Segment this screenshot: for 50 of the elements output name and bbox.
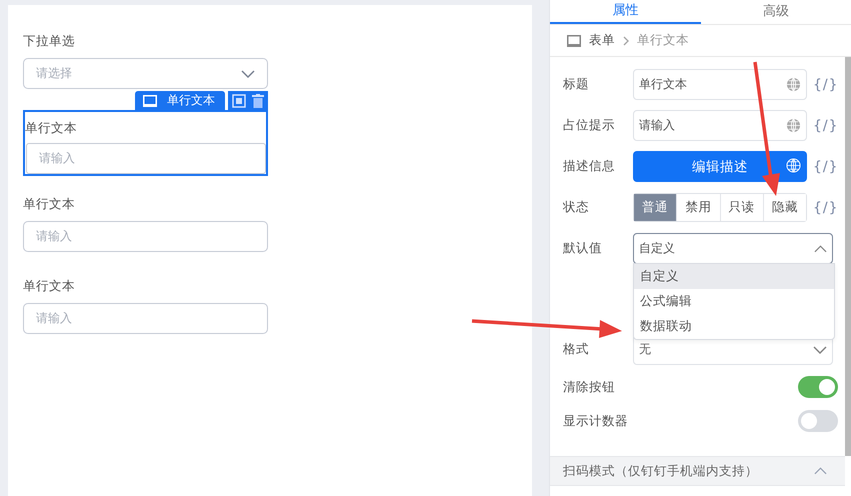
property-label: 清除按钮	[563, 378, 616, 396]
globe-icon[interactable]	[786, 77, 801, 92]
property-label: 显示计数器	[563, 412, 629, 430]
expression-toggle[interactable]: {/}	[813, 158, 839, 174]
field-label: 下拉单选	[23, 33, 76, 50]
section-header[interactable]: 扫码模式（仅钉钉手机端内支持）	[550, 456, 845, 486]
text-field[interactable]: 请输入	[633, 110, 807, 141]
form-icon	[143, 94, 157, 106]
property-label: 默认值	[563, 240, 603, 257]
panel-tab[interactable]: 高级	[700, 0, 851, 24]
expression-toggle[interactable]: {/}	[813, 76, 839, 92]
chevron-right-icon	[623, 36, 629, 46]
chevron-up-icon	[814, 467, 827, 475]
form-field[interactable]: 单行文本 请输入	[23, 196, 268, 252]
property-label: 格式	[563, 341, 590, 358]
chevron-down-icon	[241, 70, 255, 78]
select-field[interactable]: 自定义	[633, 233, 833, 264]
chevron-up-icon	[814, 244, 827, 252]
delete-icon[interactable]	[252, 94, 264, 108]
globe-icon[interactable]	[786, 158, 801, 173]
toggle-switch[interactable]	[798, 410, 838, 432]
breadcrumb-item: 单行文本	[637, 32, 689, 49]
property-label: 描述信息	[563, 158, 616, 175]
text-field[interactable]: 单行文本	[633, 69, 807, 100]
edit-description-button[interactable]: 编辑描述	[633, 151, 807, 182]
form-icon	[567, 34, 581, 46]
dropdown-option[interactable]: 自定义	[634, 264, 834, 289]
panel-tab[interactable]: 属性	[550, 0, 700, 24]
globe-icon[interactable]	[786, 118, 801, 133]
form-field[interactable]: 单行文本 请输入	[23, 110, 268, 176]
dropdown-option[interactable]: 公式编辑	[634, 289, 834, 314]
field-label: 单行文本	[23, 196, 76, 213]
section-title: 扫码模式（仅钉钉手机端内支持）	[563, 462, 758, 480]
property-label: 标题	[563, 76, 590, 93]
status-option[interactable]: 普通	[634, 194, 676, 221]
expression-toggle[interactable]: {/}	[813, 118, 839, 134]
expression-toggle[interactable]: {/}	[813, 200, 839, 216]
toggle-switch[interactable]	[798, 376, 838, 398]
property-label: 状态	[563, 199, 590, 216]
breadcrumb-item[interactable]: 表单	[589, 32, 615, 49]
scrollbar[interactable]	[845, 57, 851, 456]
form-field[interactable]: 下拉单选 请选择	[23, 33, 268, 89]
field-type-label: 单行文本	[167, 92, 215, 109]
chevron-down-icon	[813, 346, 827, 354]
form-field[interactable]: 单行文本 请输入	[23, 278, 268, 334]
field-label: 单行文本	[25, 120, 78, 137]
property-label: 占位提示	[563, 117, 616, 134]
copy-icon[interactable]	[232, 94, 246, 108]
field-label: 单行文本	[23, 278, 76, 295]
status-option[interactable]: 隐藏	[762, 194, 806, 221]
